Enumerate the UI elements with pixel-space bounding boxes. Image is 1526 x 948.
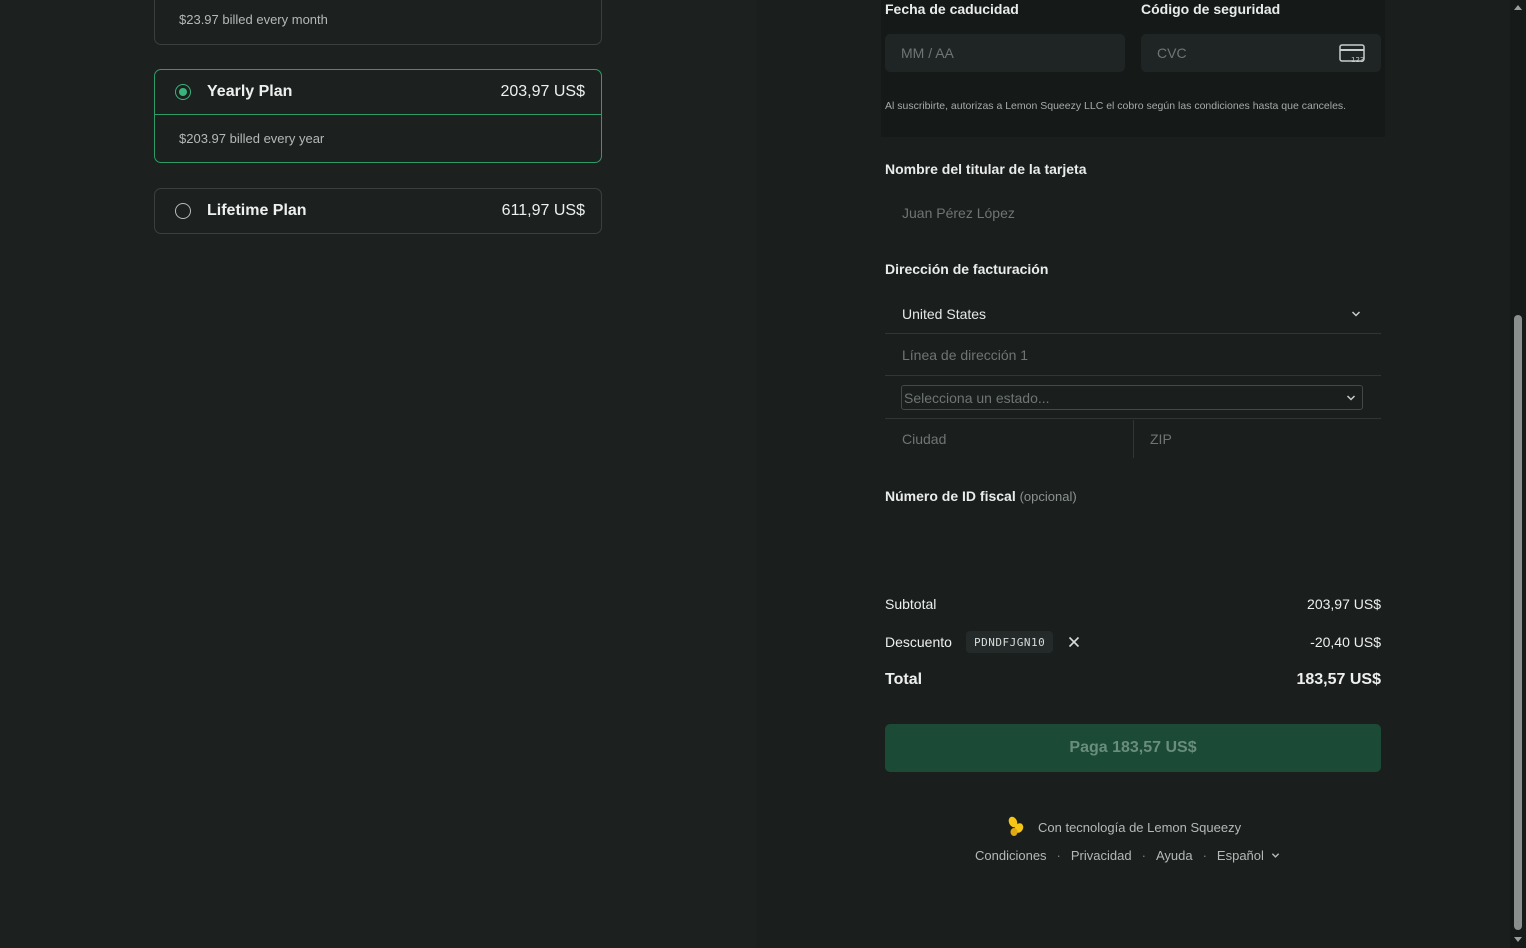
- lemon-squeezy-logo-icon: [1008, 816, 1024, 836]
- remove-discount-icon[interactable]: [1068, 636, 1080, 648]
- tax-id-label-row[interactable]: Número de ID fiscal (opcional): [885, 488, 1077, 504]
- state-placeholder: Selecciona un estado...: [904, 389, 1050, 406]
- card-cvc-icon: 123: [1339, 44, 1365, 64]
- lifetime-plan-radio[interactable]: [175, 203, 191, 219]
- svg-text:123: 123: [1351, 56, 1364, 64]
- country-select[interactable]: United States: [885, 295, 1381, 334]
- lifetime-plan-card[interactable]: Lifetime Plan 611,97 US$: [154, 188, 602, 234]
- checkout-pane: [756, 0, 1510, 948]
- tax-id-label: Número de ID fiscal: [885, 488, 1016, 504]
- chevron-down-icon: [1351, 311, 1361, 317]
- yearly-plan-card[interactable]: Yearly Plan 203,97 US$ $203.97 billed ev…: [154, 69, 602, 163]
- scroll-down-arrow-icon[interactable]: [1514, 937, 1522, 942]
- discount-label: Descuento: [885, 634, 952, 650]
- subtotal-value: 203,97 US$: [1307, 596, 1381, 612]
- zip-input[interactable]: ZIP: [1150, 431, 1172, 447]
- address-placeholder: Línea de dirección 1: [902, 347, 1029, 363]
- holder-label: Nombre del titular de la tarjeta: [885, 161, 1087, 177]
- chevron-down-icon: [1346, 395, 1356, 401]
- expiry-label: Fecha de caducidad: [885, 1, 1019, 17]
- yearly-plan-price: 203,97 US$: [500, 83, 585, 100]
- cvc-placeholder: CVC: [1157, 45, 1187, 61]
- subtotal-label: Subtotal: [885, 596, 937, 612]
- address-line-input[interactable]: Línea de dirección 1: [885, 335, 1381, 376]
- powered-by-text: Con tecnología de Lemon Squeezy: [1038, 820, 1242, 835]
- holder-input[interactable]: Juan Pérez López: [902, 205, 1015, 221]
- billing-label: Dirección de facturación: [885, 261, 1049, 277]
- yearly-plan-name: Yearly Plan: [207, 83, 293, 100]
- lifetime-plan-name: Lifetime Plan: [207, 202, 307, 219]
- expiry-placeholder: MM / AA: [901, 45, 954, 61]
- total-label: Total: [885, 671, 923, 688]
- language-value: Español: [1216, 848, 1264, 863]
- consent-text: Al suscribirte, autorizas a Lemon Squeez…: [885, 100, 1347, 112]
- discount-code-badge: PDNDFJGN10: [966, 631, 1054, 653]
- state-select[interactable]: Selecciona un estado...: [901, 385, 1363, 410]
- city-zip-divider: [1133, 420, 1134, 458]
- monthly-plan-card[interactable]: $23.97 billed every month: [154, 0, 602, 45]
- country-value: United States: [902, 306, 987, 322]
- discount-value: -20,40 US$: [1310, 634, 1381, 650]
- yearly-plan-billing: $203.97 billed every year: [155, 114, 601, 162]
- tax-id-optional: (opcional): [1019, 489, 1077, 504]
- chevron-down-icon: [1271, 853, 1279, 858]
- monthly-plan-billing: $23.97 billed every month: [179, 12, 328, 27]
- help-link[interactable]: Ayuda: [1156, 848, 1193, 863]
- language-select[interactable]: Español: [1217, 848, 1280, 863]
- cvc-label: Código de seguridad: [1141, 1, 1281, 17]
- terms-link[interactable]: Condiciones: [975, 848, 1047, 863]
- cvc-input[interactable]: CVC 123: [1141, 34, 1381, 72]
- scroll-up-arrow-icon[interactable]: [1514, 5, 1522, 10]
- pay-button[interactable]: Paga 183,57 US$: [885, 724, 1381, 772]
- total-value: 183,57 US$: [1296, 671, 1381, 688]
- privacy-link[interactable]: Privacidad: [1071, 848, 1132, 863]
- lifetime-plan-price: 611,97 US$: [501, 202, 585, 219]
- plans-pane: $23.97 billed every month Yearly Plan 20…: [0, 0, 756, 948]
- city-input[interactable]: Ciudad: [902, 431, 946, 447]
- footer-links: Condiciones · Privacidad · Ayuda · Españ…: [975, 848, 1280, 863]
- scroll-thumb[interactable]: [1514, 315, 1522, 930]
- yearly-plan-radio[interactable]: [175, 84, 191, 100]
- expiry-input[interactable]: MM / AA: [885, 34, 1125, 72]
- scrollbar[interactable]: [1510, 0, 1526, 948]
